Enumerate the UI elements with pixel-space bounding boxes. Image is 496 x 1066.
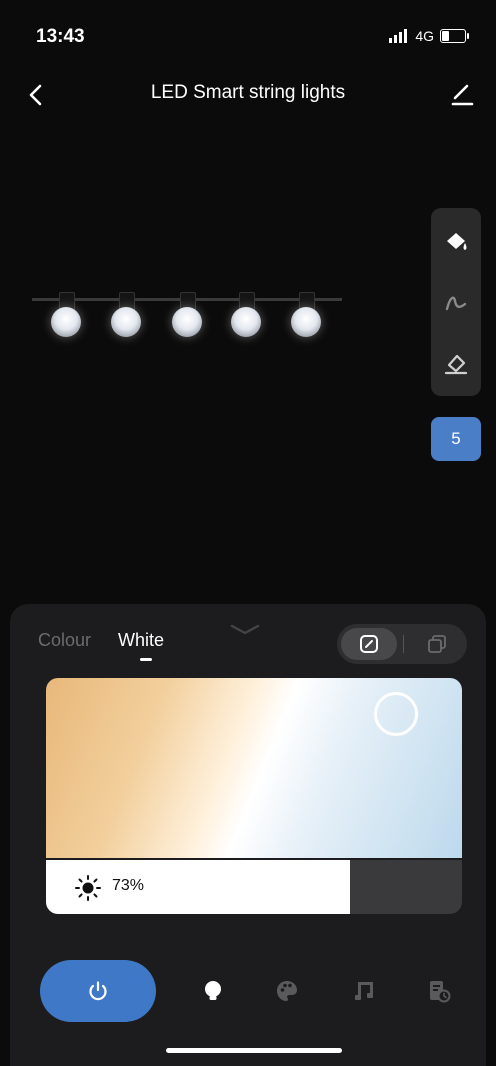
page-title: LED Smart string lights: [150, 82, 346, 103]
edit-square-icon: [360, 635, 378, 653]
nav-scenes[interactable]: [272, 976, 302, 1006]
signal-icon: [389, 29, 408, 43]
tool-panel: [431, 208, 481, 396]
home-indicator: [166, 1048, 342, 1053]
light-string-preview: [32, 290, 352, 360]
white-temperature-picker[interactable]: [46, 678, 462, 858]
bottom-nav: [10, 944, 486, 1024]
mode-divider: [403, 635, 404, 653]
control-sheet: Colour White 73%: [10, 604, 486, 1066]
power-button[interactable]: [40, 960, 156, 1022]
mode-toggle: [337, 624, 467, 664]
copy-icon: [428, 635, 446, 653]
nav-lighting[interactable]: [198, 976, 228, 1006]
collapse-button[interactable]: [228, 622, 262, 638]
power-icon: [89, 981, 107, 1001]
sun-icon: [75, 875, 101, 901]
picker-thumb[interactable]: [374, 692, 418, 736]
tab-white[interactable]: White: [118, 630, 164, 651]
tab-indicator: [140, 658, 152, 661]
lightbulb-icon: [205, 981, 221, 1000]
palette-icon: [277, 981, 297, 1001]
nav-music[interactable]: [350, 976, 380, 1006]
chevron-down-icon: [230, 624, 260, 635]
eraser-tool-button[interactable]: [438, 344, 474, 380]
eraser-icon: [444, 354, 468, 375]
schedule-icon: [430, 981, 451, 1003]
light-bulb[interactable]: [290, 292, 322, 342]
nav-schedule[interactable]: [424, 976, 454, 1006]
paint-bucket-icon: [447, 233, 467, 250]
light-bulb[interactable]: [171, 292, 203, 342]
status-indicators: 4G: [389, 28, 469, 44]
status-bar: 13:43 4G: [0, 0, 496, 70]
battery-icon: [440, 29, 469, 43]
tab-colour[interactable]: Colour: [38, 630, 91, 651]
edit-button[interactable]: [446, 78, 478, 110]
status-time: 13:43: [36, 26, 85, 47]
fill-tool-button[interactable]: [438, 224, 474, 260]
brightness-slider[interactable]: 73%: [46, 860, 462, 914]
pencil-icon: [451, 84, 474, 106]
copy-mode-button[interactable]: [411, 628, 463, 660]
light-bulb[interactable]: [110, 292, 142, 342]
nav-bar: LED Smart string lights: [0, 70, 496, 120]
light-bulb[interactable]: [50, 292, 82, 342]
network-label: 4G: [415, 28, 434, 44]
draw-tool-button[interactable]: [438, 284, 474, 320]
light-count-badge[interactable]: 5: [431, 417, 481, 461]
brush-stroke-icon: [445, 296, 467, 311]
music-icon: [355, 982, 373, 1000]
light-bulb[interactable]: [230, 292, 262, 342]
custom-mode-button[interactable]: [341, 628, 397, 660]
brightness-value: 73%: [112, 877, 145, 894]
